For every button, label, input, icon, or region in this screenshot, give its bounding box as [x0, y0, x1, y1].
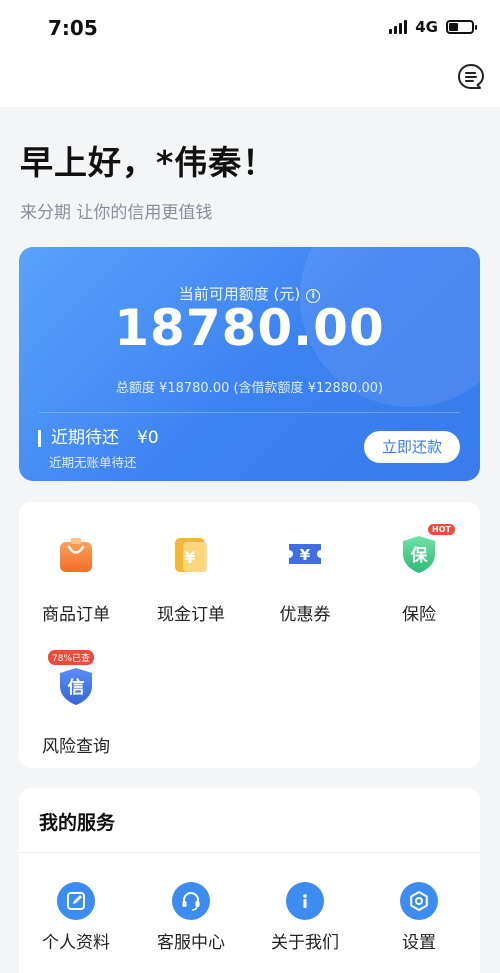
settings-icon: [400, 882, 438, 920]
greeting-subtitle: 来分期 让你的信用更值钱: [20, 203, 213, 223]
service-label: 设置: [402, 933, 436, 953]
total-credit-text: 总额度 ¥18780.00 (含借款额度 ¥12880.00): [115, 381, 384, 396]
repay-label: 近期待还: [51, 428, 119, 448]
svg-text:¥: ¥: [184, 548, 195, 567]
menu-item-cash-orders[interactable]: ¥ 现金订单: [135, 532, 247, 625]
edit-icon: [57, 882, 95, 920]
service-personal-info[interactable]: 个人资料: [20, 882, 132, 953]
menu-item-label: 风险查询: [42, 737, 110, 757]
headset-icon: [172, 882, 210, 920]
shopping-bag-icon: [54, 532, 98, 576]
message-icon[interactable]: [456, 62, 486, 92]
credit-shield-icon: 信 78%已查: [48, 650, 98, 708]
menu-item-label: 商品订单: [42, 605, 110, 625]
repay-amount: ¥0: [137, 428, 159, 448]
coupon-icon: ¥: [283, 532, 327, 576]
menu-item-label: 现金订单: [157, 605, 225, 625]
repay-now-button[interactable]: 立即还款: [364, 431, 460, 463]
services-title: 我的服务: [39, 812, 116, 834]
menu-item-risk-query[interactable]: 信 78%已查 风险查询: [20, 650, 132, 757]
service-customer-center[interactable]: 客服中心: [135, 882, 247, 953]
cash-order-icon: ¥: [169, 532, 213, 576]
service-label: 客服中心: [157, 933, 225, 953]
network-type: 4G: [415, 18, 438, 36]
service-about-us[interactable]: 关于我们: [249, 882, 361, 953]
menu-item-label: 保险: [402, 605, 436, 625]
available-amount: 18780.00: [114, 299, 385, 357]
services-divider: [19, 852, 480, 853]
repay-row: 近期待还 ¥0: [38, 430, 159, 447]
svg-text:保: 保: [410, 545, 429, 566]
service-label: 关于我们: [271, 933, 339, 953]
quick-menu: 商品订单 ¥ 现金订单 ¥ 优惠券 保 HOT 保险 信 78%已查 风险查询: [19, 502, 480, 768]
service-settings[interactable]: 设置: [363, 882, 475, 953]
svg-text:¥: ¥: [300, 546, 311, 564]
menu-item-coupons[interactable]: ¥ 优惠券: [249, 532, 361, 625]
battery-icon: [446, 20, 477, 34]
menu-item-insurance[interactable]: 保 HOT 保险: [363, 524, 475, 625]
signal-icon: [389, 20, 408, 34]
top-area: 7:05 4G: [0, 0, 500, 107]
repay-subtext: 近期无账单待还: [49, 455, 137, 470]
card-divider: [39, 412, 460, 413]
insurance-icon: 保 HOT: [397, 524, 455, 576]
query-percent-badge: 78%已查: [48, 650, 95, 665]
hot-badge: HOT: [428, 524, 455, 535]
status-time: 7:05: [48, 16, 98, 40]
my-services: 我的服务 个人资料 客服中心 关于我们 设置: [19, 788, 480, 973]
service-label: 个人资料: [42, 933, 110, 953]
svg-text:信: 信: [68, 677, 85, 698]
greeting-title: 早上好，*伟秦！: [20, 143, 277, 182]
credit-card: 当前可用额度 (元) i 18780.00 总额度 ¥18780.00 (含借款额…: [19, 247, 480, 481]
menu-item-product-orders[interactable]: 商品订单: [20, 532, 132, 625]
menu-item-label: 优惠券: [279, 605, 331, 625]
info-icon: [286, 882, 324, 920]
status-icons: 4G: [389, 18, 477, 36]
